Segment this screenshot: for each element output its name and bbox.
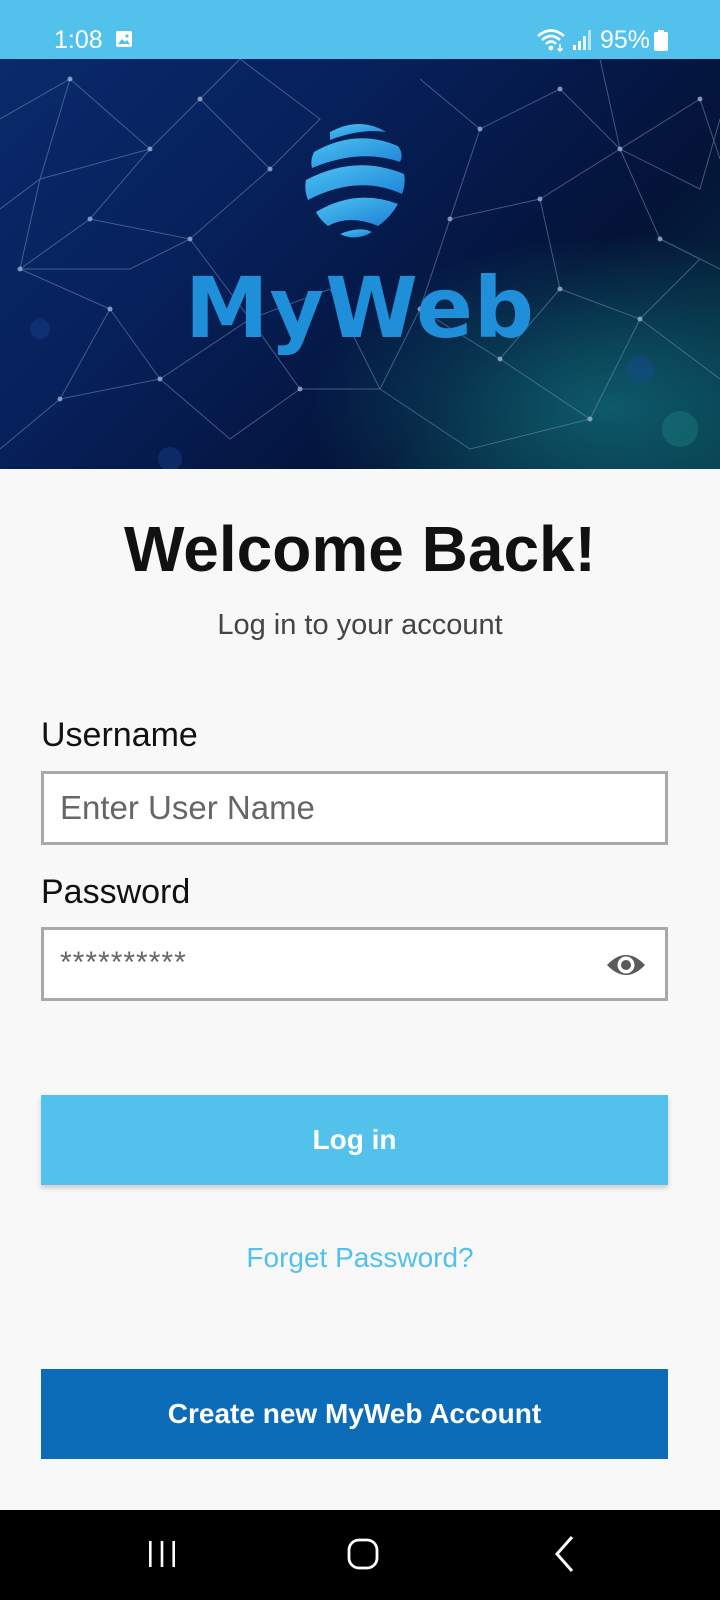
back-icon[interactable] xyxy=(552,1534,576,1574)
status-time: 1:08 xyxy=(54,26,103,54)
password-field[interactable]: ********** xyxy=(41,927,668,1001)
username-label: Username xyxy=(41,716,198,754)
status-bar: 1:08 95% xyxy=(0,0,720,59)
eye-icon[interactable] xyxy=(605,950,647,980)
brand-logo-text: MyWeb xyxy=(184,259,536,357)
forgot-password-link[interactable]: Forget Password? xyxy=(0,1242,720,1274)
password-masked-value: ********** xyxy=(60,946,187,979)
signal-icon xyxy=(573,30,591,50)
home-icon[interactable] xyxy=(346,1537,380,1571)
create-account-button[interactable]: Create new MyWeb Account xyxy=(41,1369,668,1459)
battery-percentage: 95% xyxy=(600,26,651,54)
username-input[interactable] xyxy=(44,774,580,842)
login-button[interactable]: Log in xyxy=(41,1095,668,1185)
image-icon xyxy=(116,31,132,47)
page-title: Welcome Back! xyxy=(124,513,596,585)
battery-icon xyxy=(654,30,668,51)
wifi-icon xyxy=(537,29,565,53)
hero-banner: MyWeb xyxy=(0,59,720,469)
system-nav-bar xyxy=(0,1510,720,1600)
page-subtitle: Log in to your account xyxy=(217,609,503,641)
recents-icon[interactable] xyxy=(145,1538,179,1570)
password-label: Password xyxy=(41,873,191,911)
username-field-box xyxy=(41,771,668,845)
globe-logo-icon xyxy=(305,124,405,238)
